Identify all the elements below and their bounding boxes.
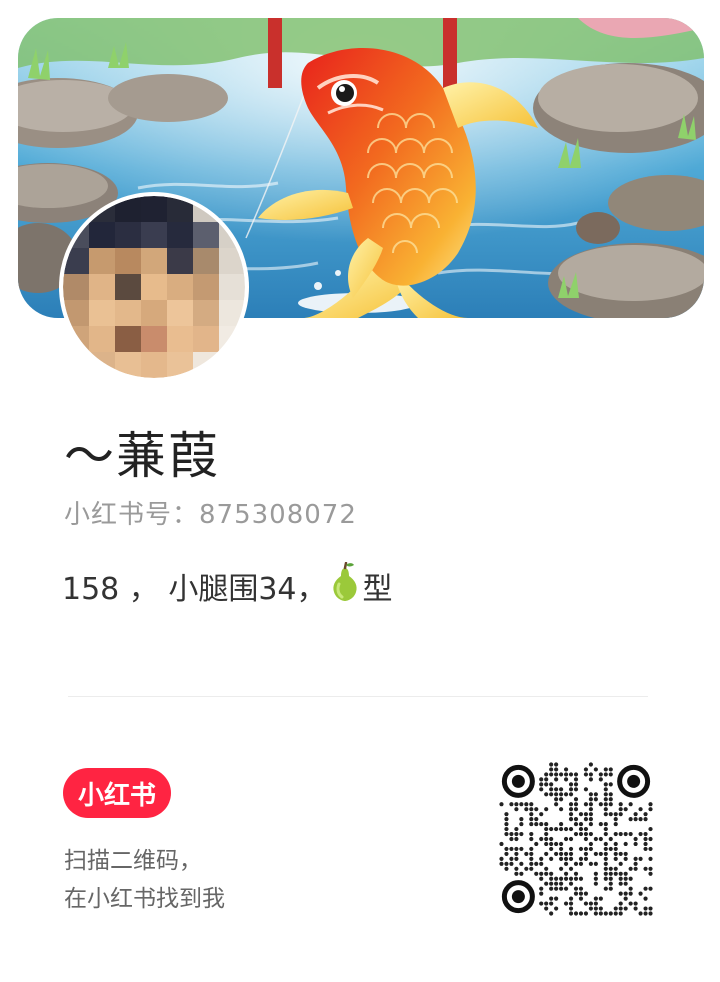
scan-hint-line1: 扫描二维码， [64,848,202,874]
xiaohongshu-logo: 小红书 [63,768,171,818]
bio-suffix: 型 [362,572,393,607]
red-id-label: 小红书号： [64,500,200,530]
profile-card: ～蒹葭 小红书号：875308072 158 ， 小腿围34， 型 小红书 扫描… [0,0,720,982]
divider [68,696,648,697]
red-id-value: 875308072 [199,500,357,530]
bio-prefix: 158 ， 小腿围34， [62,572,327,607]
red-id: 小红书号：875308072 [64,494,357,531]
pear-icon [329,561,361,610]
scan-hint-line2: 在小红书找到我 [64,886,225,912]
qr-code[interactable] [499,762,653,916]
bio: 158 ， 小腿围34， 型 [62,561,393,610]
avatar[interactable] [63,196,245,378]
nickname: ～蒹葭 [64,427,220,485]
scan-hint: 扫描二维码， 在小红书找到我 [64,842,225,918]
avatar-image [63,196,245,378]
